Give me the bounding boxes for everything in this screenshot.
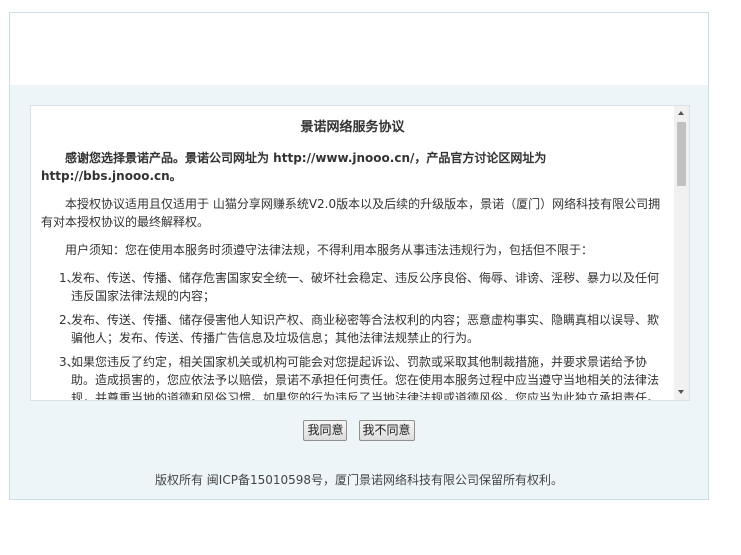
installer-frame: 景诺网络服务协议 感谢您选择景诺产品。景诺公司网址为 http://www.jn… [9, 12, 709, 500]
license-notice: 用户须知：您在使用本服务时须遵守法律法规，不得利用本服务从事违法违规行为，包括但… [65, 243, 594, 257]
header-area [10, 13, 708, 85]
vertical-scrollbar[interactable] [674, 106, 689, 400]
license-scope: 本授权协议适用且仅适用于 山猫分享网赚系统V2.0版本以及后续的升级版本，景诺（… [41, 197, 661, 229]
license-agreement-box[interactable]: 景诺网络服务协议 感谢您选择景诺产品。景诺公司网址为 http://www.jn… [30, 105, 690, 401]
license-terms-list: 1、 发布、传送、传播、储存危害国家安全统一、破坏社会稳定、违反公序良俗、侮辱、诽… [41, 269, 664, 400]
license-intro: 感谢您选择景诺产品。景诺公司网址为 http://www.jnooo.cn/，产… [41, 151, 547, 183]
action-buttons: 我同意 我不同意 [10, 419, 708, 443]
content-area: 景诺网络服务协议 感谢您选择景诺产品。景诺公司网址为 http://www.jn… [10, 85, 708, 499]
agree-button[interactable]: 我同意 [303, 420, 348, 441]
copyright-footer: 版权所有 闽ICP备15010598号，厦门景诺网络科技有限公司保留所有权利。 [154, 473, 564, 487]
list-item: 2、 发布、传送、传播、储存侵害他人知识产权、商业秘密等合法权利的内容；恶意虚构事… [59, 313, 660, 345]
scroll-down-arrow-icon[interactable] [674, 386, 689, 400]
scrollbar-thumb[interactable] [677, 122, 686, 186]
scroll-up-arrow-icon[interactable] [674, 106, 689, 120]
list-item: 1、 发布、传送、传播、储存危害国家安全统一、破坏社会稳定、违反公序良俗、侮辱、诽… [59, 271, 660, 303]
license-title: 景诺网络服务协议 [300, 120, 405, 135]
disagree-button[interactable]: 我不同意 [358, 420, 415, 441]
license-text-area: 景诺网络服务协议 感谢您选择景诺产品。景诺公司网址为 http://www.jn… [31, 106, 674, 400]
list-item: 3、 如果您违反了约定，相关国家机关或机构可能会对您提起诉讼、罚款或采取其他制裁措… [59, 355, 660, 400]
